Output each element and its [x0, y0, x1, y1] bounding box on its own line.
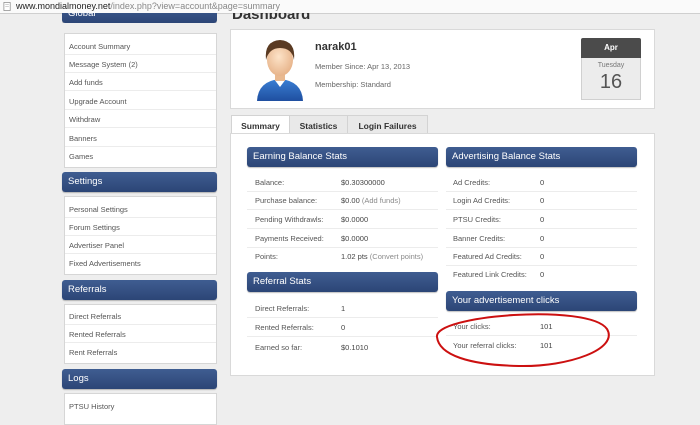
- earning-value-balance: $0.30300000: [341, 178, 385, 187]
- sidebar-item-banners[interactable]: Banners: [69, 134, 97, 143]
- url-text: www.mondialmoney.net/index.php?view=acco…: [16, 1, 280, 11]
- url-path: /index.php?view=account&page=summary: [110, 1, 280, 11]
- sidebar-item-account-summary[interactable]: Account Summary: [69, 42, 130, 51]
- sidebar-item-rent-referrals[interactable]: Rent Referrals: [69, 348, 117, 357]
- sidebar-header-referrals: Referrals: [62, 280, 217, 300]
- tab-statistics[interactable]: Statistics: [289, 115, 348, 134]
- summary-panel: Earning Balance Stats Balance: $0.303000…: [230, 133, 655, 376]
- earning-stats-header: Earning Balance Stats: [247, 147, 438, 167]
- earning-label-balance: Balance:: [255, 178, 285, 187]
- tab-login-failures[interactable]: Login Failures: [347, 115, 428, 134]
- calendar-weekday: Tuesday: [597, 62, 625, 69]
- convert-points-link[interactable]: (Convert points): [370, 252, 423, 261]
- profile-member-since: Member Since: Apr 13, 2013: [315, 62, 411, 71]
- sidebar-header-logs: Logs: [62, 369, 217, 389]
- referral-value-direct: 1: [341, 304, 346, 313]
- ad-value-featured-link-credits: 0: [540, 270, 545, 279]
- sidebar-item-personal-settings[interactable]: Personal Settings: [69, 205, 128, 214]
- sidebar-item-add-funds[interactable]: Add funds: [69, 78, 103, 87]
- earning-value-purchase-balance: $0.00 (Add funds): [341, 196, 401, 205]
- ad-value-ptsu-credits: 0: [540, 215, 545, 224]
- ad-value-banner-credits: 0: [540, 234, 545, 243]
- sidebar-item-rented-referrals[interactable]: Rented Referrals: [69, 330, 126, 339]
- ad-label-featured-link-credits: Featured Link Credits:: [453, 270, 527, 279]
- referral-stats-header: Referral Stats: [247, 272, 438, 292]
- referral-value-rented: 0: [341, 323, 346, 332]
- profile-membership: Membership: Standard: [315, 80, 391, 89]
- referral-value-earned: $0.1010: [341, 343, 369, 352]
- sidebar-item-games[interactable]: Games: [69, 152, 93, 161]
- calendar-day: 16: [599, 71, 623, 93]
- sidebar-item-fixed-advertisements[interactable]: Fixed Advertisements: [69, 259, 141, 268]
- sidebar-item-upgrade-account[interactable]: Upgrade Account: [69, 97, 127, 106]
- url-domain: www.mondialmoney.net: [16, 1, 111, 11]
- ad-value-login-ad-credits: 0: [540, 196, 545, 205]
- sidebar-header-settings: Settings: [62, 172, 217, 192]
- earning-label-points: Points:: [255, 252, 278, 261]
- calendar-widget: Apr Tuesday 16: [581, 38, 641, 100]
- earning-value-points: 1.02 pts (Convert points): [341, 252, 424, 261]
- profile-username: narak01: [315, 41, 357, 53]
- sidebar-referrals-menu: Direct Referrals Rented Referrals Rent R…: [64, 304, 217, 364]
- advertising-stats-header: Advertising Balance Stats: [446, 147, 637, 167]
- referral-label-direct: Direct Referrals:: [255, 304, 310, 313]
- earning-label-pending-withdrawls: Pending Withdrawls:: [255, 215, 324, 224]
- referral-label-rented: Rented Referrals:: [255, 323, 314, 332]
- ad-label-ad-credits: Ad Credits:: [453, 178, 491, 187]
- sidebar-settings-menu: Personal Settings Forum Settings Adverti…: [64, 196, 217, 275]
- earning-value-pending-withdrawls: $0.0000: [341, 215, 369, 224]
- ad-value-featured-ad-credits: 0: [540, 252, 545, 261]
- sidebar-item-withdraw[interactable]: Withdraw: [69, 115, 100, 124]
- referral-label-earned: Earned so far:: [255, 343, 303, 352]
- ad-label-banner-credits: Banner Credits:: [453, 234, 506, 243]
- page-icon: [3, 2, 11, 11]
- sidebar-item-advertiser-panel[interactable]: Advertiser Panel: [69, 241, 124, 250]
- sidebar-item-forum-settings[interactable]: Forum Settings: [69, 223, 120, 232]
- earning-label-purchase-balance: Purchase balance:: [255, 196, 318, 205]
- sidebar-item-ptsu-history[interactable]: PTSU History: [69, 402, 114, 411]
- earning-label-payments-received: Payments Received:: [255, 234, 324, 243]
- add-funds-link[interactable]: (Add funds): [362, 196, 401, 205]
- sidebar-item-direct-referrals[interactable]: Direct Referrals: [69, 312, 121, 321]
- calendar-month: Apr: [581, 38, 641, 58]
- profile-card: narak01 Member Since: Apr 13, 2013 Membe…: [230, 29, 655, 109]
- sidebar-logs-menu: PTSU History: [64, 393, 217, 425]
- avatar: [257, 40, 303, 101]
- highlight-ellipse: [436, 313, 610, 368]
- sidebar-global-menu: Account Summary Message System (2) Add f…: [64, 33, 217, 168]
- ad-label-featured-ad-credits: Featured Ad Credits:: [453, 252, 522, 261]
- ad-label-login-ad-credits: Login Ad Credits:: [453, 196, 511, 205]
- ad-value-ad-credits: 0: [540, 178, 545, 187]
- address-bar[interactable]: www.mondialmoney.net/index.php?view=acco…: [0, 0, 700, 14]
- earning-value-payments-received: $0.0000: [341, 234, 369, 243]
- tab-summary[interactable]: Summary: [231, 115, 290, 135]
- ad-label-ptsu-credits: PTSU Credits:: [453, 215, 501, 224]
- sidebar-item-message-system[interactable]: Message System (2): [69, 60, 138, 69]
